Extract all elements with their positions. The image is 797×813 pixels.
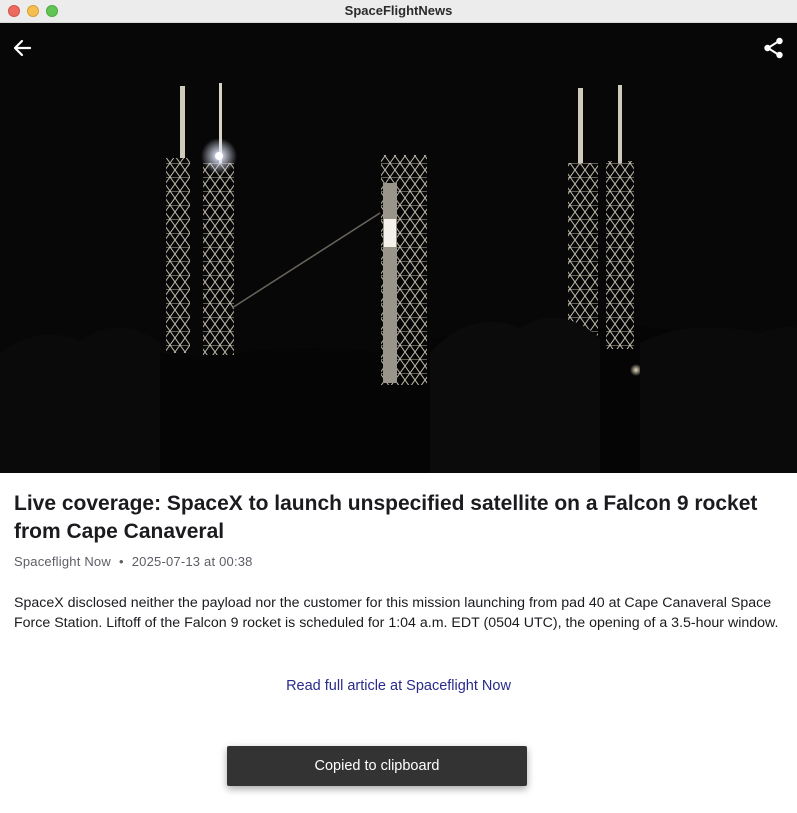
article-date: 2025-07-13 at 00:38 (131, 554, 253, 569)
back-button[interactable] (4, 30, 40, 66)
share-button[interactable] (756, 30, 792, 66)
arrow-left-icon (13, 39, 32, 57)
read-full-article-link[interactable]: Read full article at Spaceflight Now (0, 678, 797, 694)
window-title: SpaceFlightNews (344, 3, 453, 18)
article-meta: Spaceflight Now • 2025-07-13 at 00:38 (14, 554, 784, 569)
toast-notification: Copied to clipboard (227, 746, 527, 786)
article-summary: SpaceX disclosed neither the payload nor… (14, 595, 779, 631)
article-source: Spaceflight Now (14, 554, 111, 569)
window-titlebar: SpaceFlightNews (0, 0, 797, 23)
toast-message: Copied to clipboard (314, 758, 440, 774)
launch-pad-photo (0, 23, 797, 473)
article-hero-image (0, 23, 797, 473)
article-title: Live coverage: SpaceX to launch unspecif… (14, 492, 758, 543)
article-content: Live coverage: SpaceX to launch unspecif… (14, 490, 784, 647)
share-icon (764, 37, 783, 59)
meta-separator: • (118, 554, 124, 569)
